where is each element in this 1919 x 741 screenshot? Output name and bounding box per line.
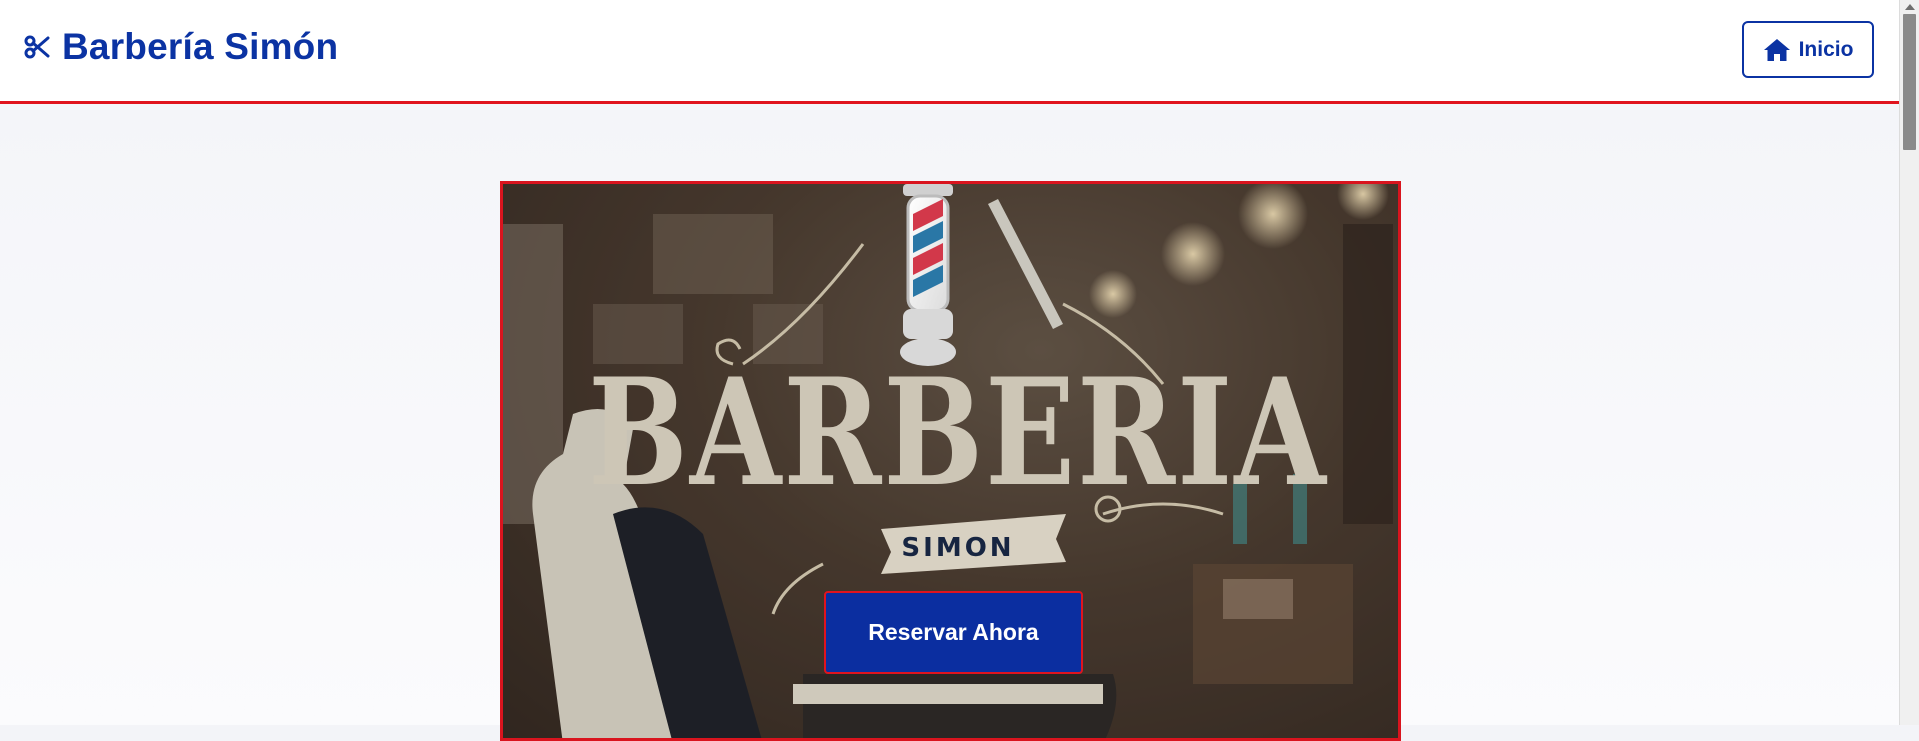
reserve-now-button[interactable]: Reservar Ahora <box>824 591 1083 674</box>
scroll-thumb[interactable] <box>1903 14 1916 150</box>
hero-banner: SIMON BARBERIA Reservar Ahora <box>500 181 1401 741</box>
brand[interactable]: Barbería Simón <box>24 26 338 68</box>
site-header: Barbería Simón Inicio <box>0 0 1899 104</box>
hero-image-title: BARBERIA <box>588 347 1328 519</box>
scissors-icon <box>24 35 50 59</box>
home-button[interactable]: Inicio <box>1742 21 1874 78</box>
site-title: Barbería Simón <box>62 26 339 67</box>
home-button-label: Inicio <box>1798 37 1854 61</box>
home-icon <box>1763 38 1790 61</box>
page-scrollbar[interactable] <box>1899 0 1919 725</box>
hero-image-subtitle: SIMON <box>901 533 1014 563</box>
scroll-up-arrow-icon[interactable] <box>1905 4 1915 10</box>
